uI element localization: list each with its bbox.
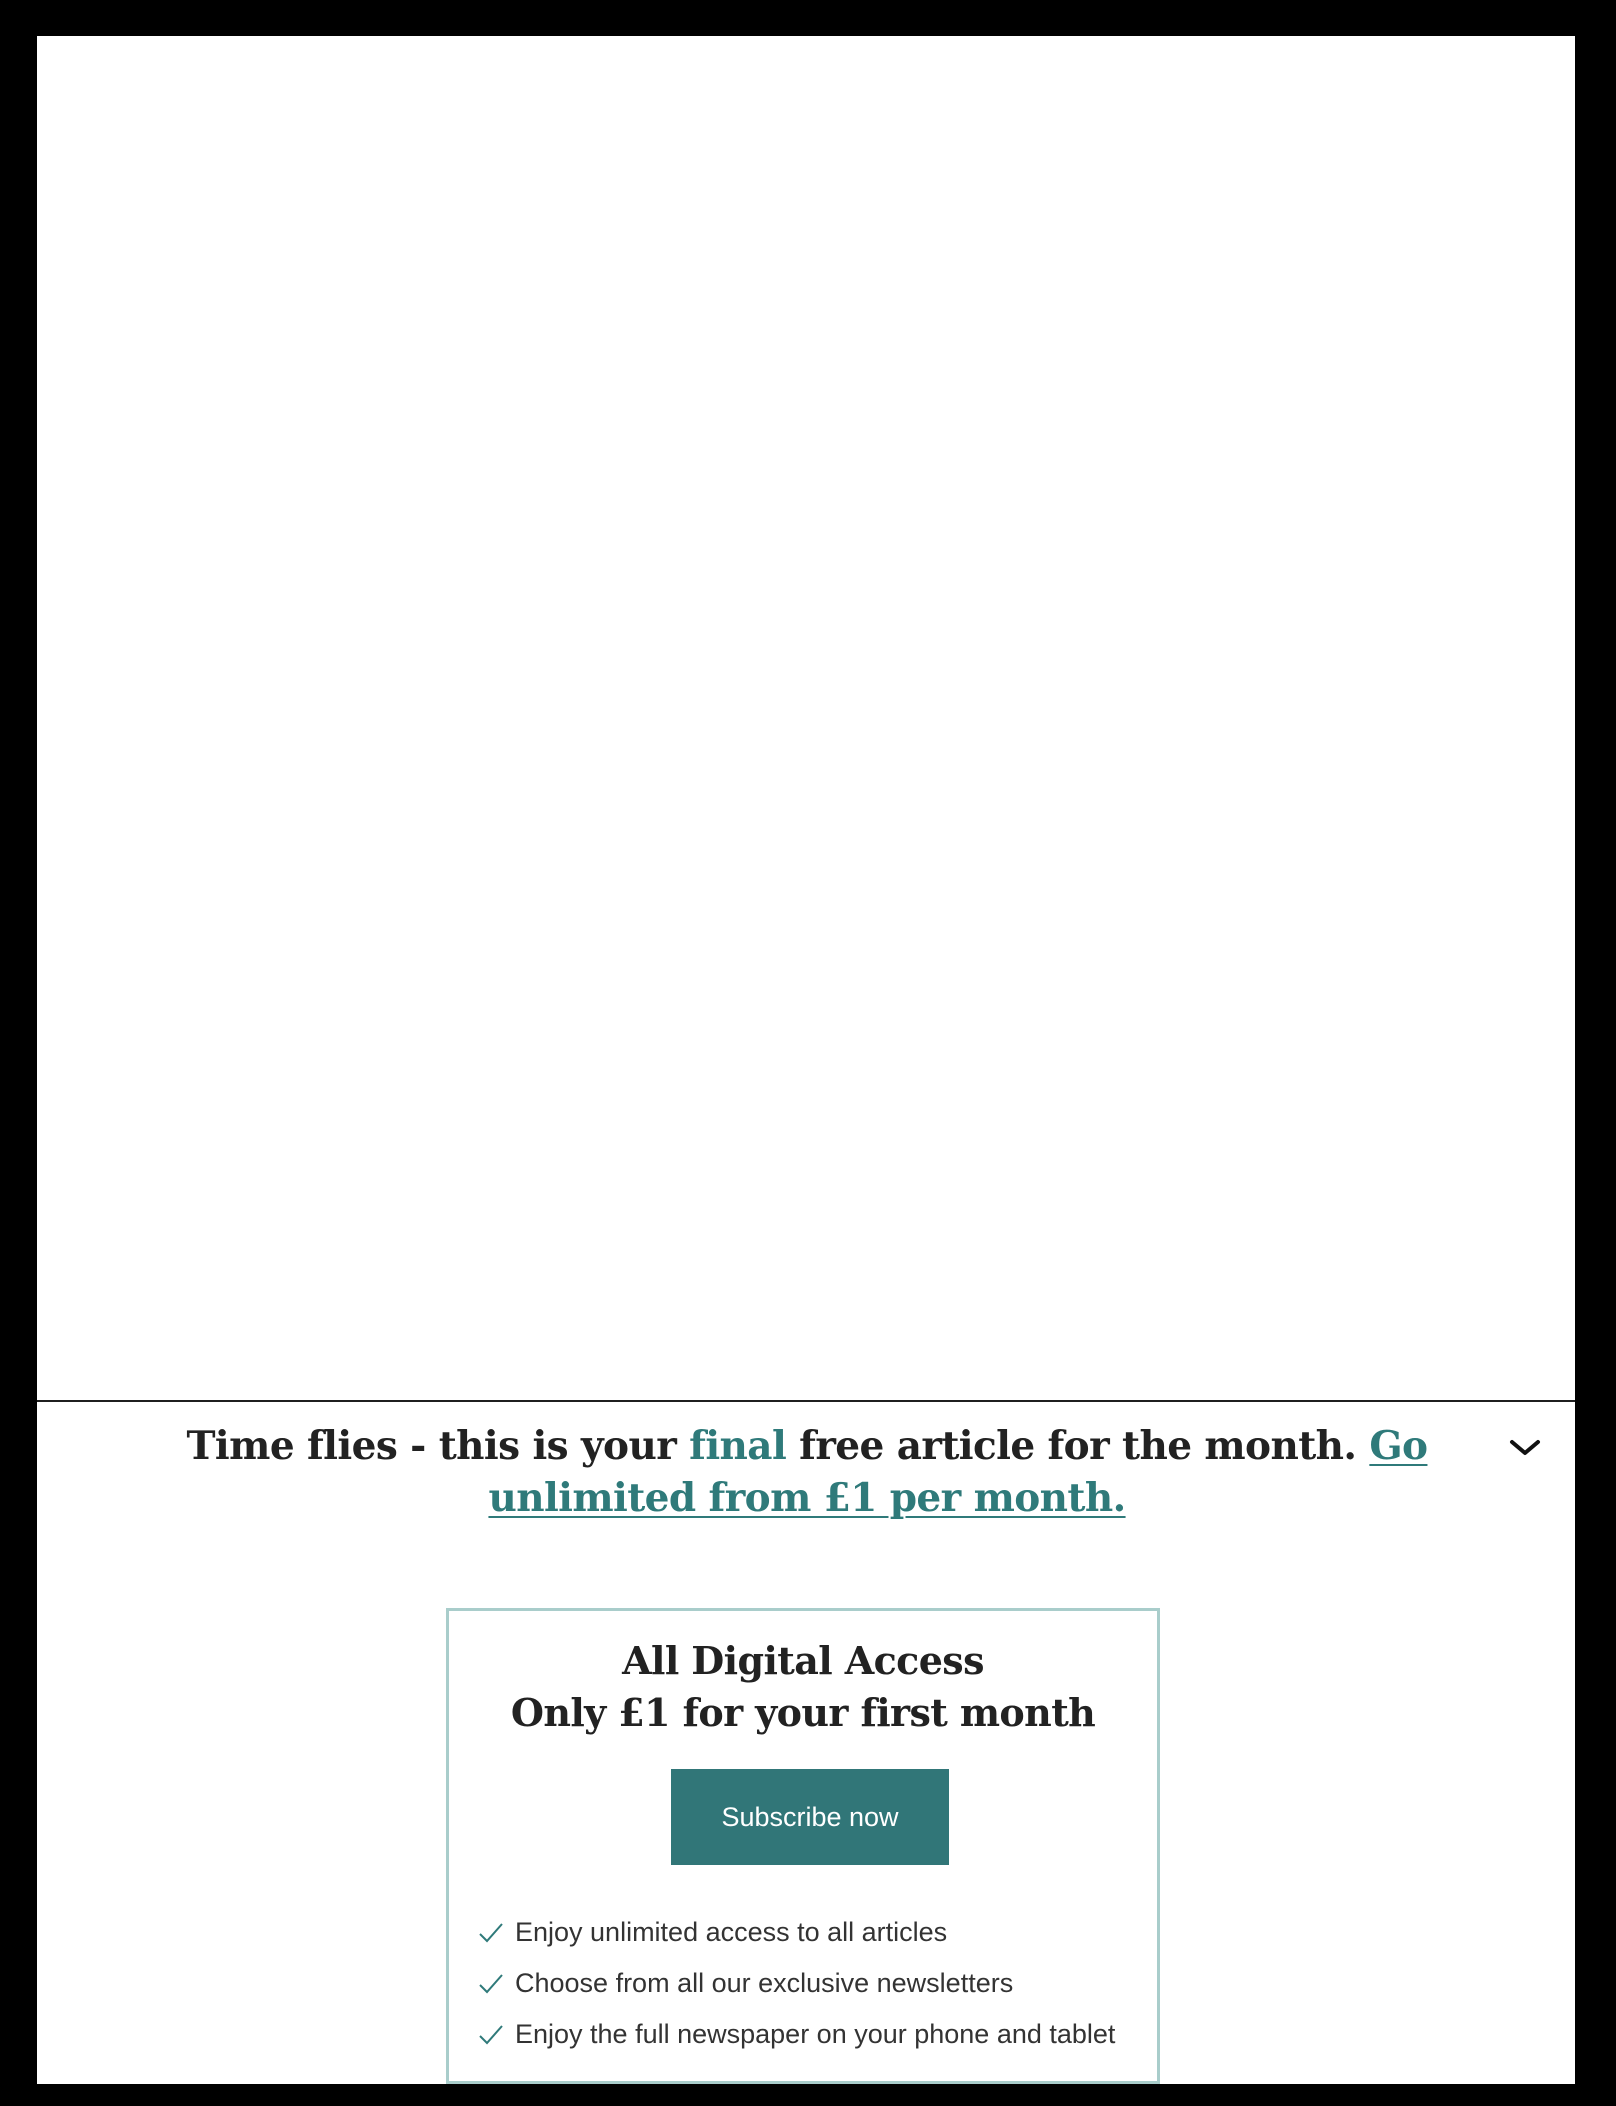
check-icon — [479, 1973, 503, 1993]
benefit-item: Enjoy the full newspaper on your phone a… — [477, 2009, 1115, 2060]
headline-text-middle: free article for the month. — [786, 1423, 1370, 1469]
benefit-text: Enjoy the full newspaper on your phone a… — [515, 2019, 1116, 2049]
browser-viewport: Time flies - this is your final free art… — [37, 36, 1575, 2084]
offer-price-title: Only £1 for your first month — [510, 1690, 1096, 1735]
paywall-headline: Time flies - this is your final free art… — [107, 1420, 1507, 1524]
subscription-offer-box: All Digital Access Only £1 for your firs… — [446, 1608, 1160, 2084]
article-content-area — [37, 36, 1575, 1400]
collapse-banner-button[interactable] — [1503, 1430, 1547, 1466]
benefit-text: Choose from all our exclusive newsletter… — [515, 1968, 1014, 1998]
headline-text-start: Time flies - this is your — [186, 1423, 690, 1469]
chevron-down-icon — [1510, 1440, 1540, 1455]
check-icon — [479, 2024, 503, 2044]
benefit-item: Choose from all our exclusive newsletter… — [477, 1958, 1115, 2009]
headline-accent-word: final — [689, 1423, 787, 1469]
benefit-text: Enjoy unlimited access to all articles — [515, 1917, 948, 1947]
offer-title: All Digital Access — [622, 1638, 984, 1683]
paywall-banner: Time flies - this is your final free art… — [37, 1400, 1575, 2084]
check-icon — [479, 1922, 503, 1942]
benefit-item: Enjoy unlimited access to all articles — [477, 1907, 1115, 1958]
benefits-list: Enjoy unlimited access to all articles C… — [477, 1907, 1115, 2060]
subscribe-now-button[interactable]: Subscribe now — [671, 1769, 949, 1865]
